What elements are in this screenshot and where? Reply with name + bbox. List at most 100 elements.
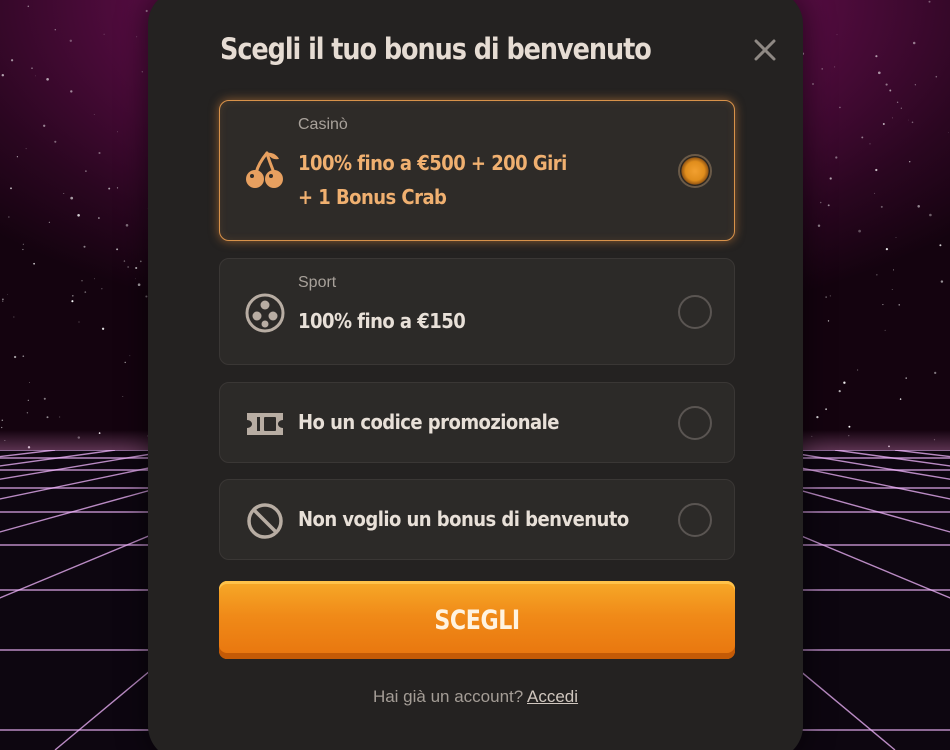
star <box>882 123 885 125</box>
star <box>884 329 886 331</box>
star <box>896 101 899 103</box>
star <box>834 66 836 68</box>
star <box>116 187 119 189</box>
star <box>63 193 65 194</box>
star <box>929 213 932 217</box>
option-category: Sport <box>298 274 337 291</box>
star <box>914 84 916 86</box>
star <box>893 269 895 271</box>
star <box>125 224 129 227</box>
radio-unselected[interactable] <box>678 406 712 440</box>
option-casino[interactable]: Casinò 100% fino a €500 + 200 Giri + 1 B… <box>219 100 735 241</box>
close-icon <box>754 39 776 61</box>
star <box>85 170 87 172</box>
star <box>35 75 36 77</box>
star <box>33 262 35 265</box>
star <box>2 300 4 302</box>
star <box>917 205 920 208</box>
star <box>821 68 823 70</box>
star <box>129 355 131 357</box>
star <box>108 187 111 190</box>
star <box>836 34 838 36</box>
star <box>137 283 141 287</box>
option-title: 100% fino a €500 + 200 Giri <box>298 151 567 175</box>
radio-unselected[interactable] <box>678 503 712 537</box>
star <box>908 119 909 121</box>
choose-button[interactable]: SCEGLI <box>219 581 735 659</box>
star <box>843 381 846 384</box>
star <box>26 412 29 414</box>
star <box>93 113 95 115</box>
star <box>861 136 864 139</box>
option-category: Casinò <box>298 116 348 133</box>
star <box>13 316 15 318</box>
star <box>116 248 119 251</box>
star <box>94 278 95 280</box>
star <box>839 106 841 109</box>
star <box>905 377 907 379</box>
radio-selected[interactable] <box>678 154 712 188</box>
star <box>1 426 3 429</box>
star <box>43 124 46 127</box>
star <box>98 217 100 219</box>
star <box>825 296 827 298</box>
star <box>10 187 12 190</box>
star <box>101 288 103 290</box>
star <box>25 148 27 150</box>
star <box>122 395 124 397</box>
star <box>948 132 950 133</box>
star <box>22 243 24 245</box>
option-promo-code[interactable]: Ho un codice promozionale <box>219 382 735 463</box>
option-sport[interactable]: Sport 100% fino a €150 <box>219 258 735 365</box>
star <box>940 280 944 283</box>
star <box>70 90 73 93</box>
star <box>54 140 57 143</box>
star <box>876 274 878 276</box>
option-title: Non voglio un bonus di benvenuto <box>298 507 629 531</box>
star <box>875 168 878 172</box>
star <box>825 408 827 411</box>
star <box>16 156 18 158</box>
star <box>827 204 830 207</box>
star <box>124 361 126 364</box>
star <box>43 397 46 400</box>
star <box>123 260 126 262</box>
ticket-icon <box>247 413 283 435</box>
star <box>885 83 888 86</box>
star <box>900 107 902 109</box>
login-link[interactable]: Accedi <box>527 687 578 706</box>
close-button[interactable] <box>751 36 779 64</box>
star <box>136 36 138 38</box>
star <box>857 369 859 371</box>
option-no-bonus[interactable]: Non voglio un bonus di benvenuto <box>219 479 735 560</box>
star <box>117 131 118 133</box>
star <box>891 289 893 290</box>
star <box>875 55 878 58</box>
star <box>928 0 931 3</box>
star <box>22 248 24 251</box>
star <box>127 266 129 268</box>
star <box>22 355 25 358</box>
star <box>829 177 832 180</box>
radio-unselected[interactable] <box>678 295 712 329</box>
star <box>812 83 814 85</box>
star <box>54 28 57 31</box>
star <box>1 73 5 77</box>
star <box>934 371 937 375</box>
welcome-bonus-modal: Scegli il tuo bonus di benvenuto Casinò … <box>148 0 803 750</box>
choose-button-label: SCEGLI <box>434 604 520 636</box>
star <box>874 192 876 194</box>
star <box>83 245 86 248</box>
star <box>891 117 893 119</box>
star <box>69 39 73 43</box>
star <box>898 304 900 306</box>
star <box>877 71 881 75</box>
option-title: 100% fino a €150 <box>298 309 466 333</box>
star <box>48 221 51 223</box>
star <box>27 5 30 8</box>
star <box>835 156 838 159</box>
star <box>6 294 8 295</box>
star <box>816 415 819 419</box>
option-title: Ho un codice promozionale <box>298 410 559 434</box>
star <box>46 77 49 81</box>
